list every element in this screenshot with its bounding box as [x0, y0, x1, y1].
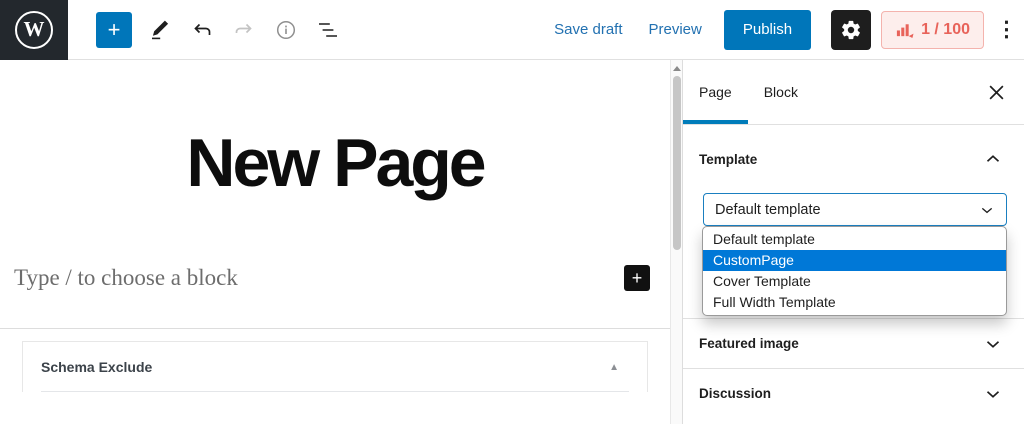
redo-icon	[232, 18, 256, 42]
tab-page[interactable]: Page	[683, 60, 748, 124]
seo-score-value: 1 / 100	[921, 21, 970, 39]
metabox-area: Schema Exclude ▲	[0, 328, 670, 392]
scrollbar-up-arrow-icon[interactable]	[673, 66, 681, 71]
settings-sidebar: Page Block Template Default template	[682, 60, 1024, 424]
editor-top-toolbar: W +	[0, 0, 1024, 60]
redo-button[interactable]	[226, 12, 262, 48]
tab-block[interactable]: Block	[748, 60, 814, 124]
chevron-down-icon	[982, 383, 1004, 405]
discussion-label: Discussion	[699, 386, 771, 401]
featured-image-label: Featured image	[699, 336, 799, 351]
options-menu-button[interactable]: ⋮	[996, 19, 1016, 40]
info-icon	[274, 18, 298, 42]
kebab-icon: ⋮	[996, 18, 1016, 41]
close-icon	[988, 84, 1005, 101]
wordpress-logo-icon: W	[15, 11, 53, 49]
block-appender-plus-button[interactable]: +	[624, 265, 650, 291]
seo-graph-icon	[895, 20, 914, 39]
schema-exclude-header[interactable]: Schema Exclude ▲	[41, 342, 629, 392]
save-draft-button[interactable]: Save draft	[554, 21, 622, 38]
post-title-input[interactable]: New Page	[0, 128, 670, 199]
block-placeholder-text: Type / to choose a block	[14, 265, 238, 291]
triangle-up-icon: ▲	[609, 362, 619, 373]
publish-button[interactable]: Publish	[724, 10, 811, 50]
editor-workspace: New Page Type / to choose a block + Sche…	[0, 60, 1024, 424]
settings-button[interactable]	[831, 10, 871, 50]
metabox-collapse-button[interactable]: ▲	[599, 362, 629, 373]
toolbar-tools	[142, 12, 346, 48]
template-select[interactable]: Default template	[703, 193, 1007, 226]
template-panel-header[interactable]: Template	[699, 148, 1004, 170]
discussion-panel-header[interactable]: Discussion	[683, 368, 1024, 418]
editor-canvas: New Page Type / to choose a block + Sche…	[0, 60, 670, 424]
template-option-cover[interactable]: Cover Template	[703, 271, 1006, 292]
list-view-button[interactable]	[310, 12, 346, 48]
template-dropdown-list: Default template CustomPage Cover Templa…	[702, 226, 1007, 316]
canvas-scrollbar[interactable]	[670, 60, 682, 424]
list-view-icon	[316, 18, 340, 42]
metabox-title: Schema Exclude	[41, 359, 152, 375]
template-panel-label: Template	[699, 152, 757, 167]
template-option-default[interactable]: Default template	[703, 229, 1006, 250]
preview-button[interactable]: Preview	[649, 21, 702, 38]
empty-block-appender[interactable]: Type / to choose a block +	[14, 265, 650, 291]
block-inserter-button[interactable]: +	[96, 12, 132, 48]
chevron-down-icon	[982, 333, 1004, 355]
wordpress-logo[interactable]: W	[0, 0, 68, 60]
edit-mode-button[interactable]	[142, 12, 178, 48]
template-option-fullwidth[interactable]: Full Width Template	[703, 292, 1006, 313]
schema-exclude-metabox: Schema Exclude ▲	[22, 341, 648, 392]
pencil-icon	[148, 18, 172, 42]
details-button[interactable]	[268, 12, 304, 48]
close-sidebar-button[interactable]	[978, 74, 1014, 110]
template-option-custompage[interactable]: CustomPage	[703, 250, 1006, 271]
plus-icon: +	[632, 269, 643, 287]
undo-button[interactable]	[184, 12, 220, 48]
chevron-up-icon	[982, 148, 1004, 170]
scrollbar-thumb[interactable]	[673, 76, 681, 250]
chevron-down-icon	[979, 202, 995, 218]
template-select-value: Default template	[715, 202, 821, 218]
sidebar-tabs: Page Block	[683, 60, 1024, 125]
plus-icon: +	[108, 19, 121, 41]
seo-score-badge[interactable]: 1 / 100	[881, 11, 984, 49]
undo-icon	[190, 18, 214, 42]
featured-image-panel-header[interactable]: Featured image	[683, 318, 1024, 368]
gear-icon	[840, 19, 862, 41]
